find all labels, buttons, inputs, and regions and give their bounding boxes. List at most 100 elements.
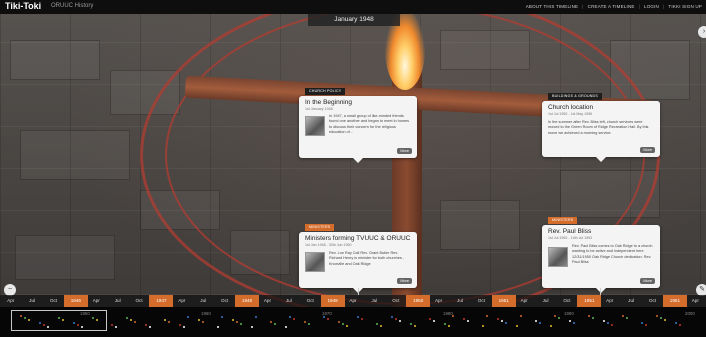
overview-event-dot — [399, 320, 401, 322]
overview-decade-label: 2000 — [685, 311, 695, 316]
overview-event-dot — [168, 321, 170, 323]
overview-event-dot — [414, 325, 416, 327]
nav-login-link[interactable]: LOGIN — [644, 4, 659, 9]
overview-event-dot — [429, 318, 431, 320]
overview-event-dot — [187, 316, 189, 318]
overview-decade-label: 1950 — [80, 311, 90, 316]
overview-event-dot — [304, 321, 306, 323]
overview-event-dot — [497, 318, 499, 320]
more-button[interactable]: More — [397, 148, 412, 154]
timeline-month-tick: Apr — [520, 298, 528, 303]
event-card-church-location[interactable]: BUILDINGS & GROUNDS Church location 1st … — [542, 93, 660, 162]
overview-event-dot — [221, 316, 223, 318]
timeline-month-tick: Apr — [263, 298, 271, 303]
event-marker — [358, 288, 359, 295]
overview-event-dot — [255, 316, 257, 318]
nav-create-link[interactable]: CREATE A TIMELINE — [588, 4, 635, 9]
nav-signup-link[interactable]: TIKKI SIGN UP — [668, 4, 702, 9]
overview-event-dot — [232, 319, 234, 321]
card-date: 1st Jul 1950 - 14th Jul 1953 — [548, 236, 593, 240]
timeline-month-tick: Oct — [49, 298, 58, 303]
card-date: 1st Jan 1948 - 30th Jun 1950 — [305, 243, 352, 247]
overview-event-dot — [338, 321, 340, 323]
overview-event-dot — [111, 324, 113, 326]
category-label: BUILDINGS & GROUNDS — [548, 93, 602, 100]
overview-event-dot — [626, 317, 628, 319]
timeline-month-tick: Jul — [371, 298, 378, 303]
timeline-month-tick: Jul — [542, 298, 549, 303]
event-card-rev-paul-bliss[interactable]: MINISTERS Rev. Paul Bliss 1st Jul 1950 -… — [542, 217, 660, 293]
card-title: Ministers forming TVUUC & ORUUC — [305, 235, 411, 242]
event-marker — [600, 288, 601, 295]
timeline-month-tick: Oct — [221, 298, 229, 303]
timeline-month-tick: Apr — [691, 298, 699, 303]
overview-event-dot — [660, 317, 662, 319]
timeline-month-tick: Apr — [434, 298, 443, 303]
card-date: 1st Jul 1950 - 1st May 1956 — [548, 112, 593, 116]
overview-event-dot — [361, 318, 363, 320]
timeline-month-tick: Apr — [7, 298, 15, 303]
overview-event-dot — [467, 320, 469, 322]
top-bar: Tiki-Toki ORUUC History ABOUT THIS TIMEL… — [0, 0, 706, 14]
timeline-year-tick: 1948 — [235, 295, 260, 307]
category-label: CHURCH POLICY — [305, 88, 346, 95]
site-logo[interactable]: Tiki-Toki — [5, 1, 41, 11]
overview-event-dot — [592, 317, 594, 319]
overview-event-dot — [376, 323, 378, 325]
timeline-year-tick: 1951 — [662, 295, 687, 307]
overview-event-dot — [270, 321, 272, 323]
overview-event-dot — [588, 315, 590, 317]
more-button[interactable]: More — [397, 278, 412, 284]
overview-event-dot — [433, 320, 435, 322]
overview-event-dot — [463, 318, 465, 320]
overview-event-dot — [274, 323, 276, 325]
overview-event-dot — [603, 320, 605, 322]
overview-event-dot — [308, 323, 310, 325]
overview-event-dot — [607, 322, 609, 324]
overview-event-dot — [505, 322, 507, 324]
overview-event-dot — [486, 315, 488, 317]
event-card-in-the-beginning[interactable]: CHURCH POLICY In the Beginning 1st Janua… — [299, 88, 417, 163]
overview-event-dot — [550, 325, 552, 327]
overview-event-dot — [327, 318, 329, 320]
timeline-month-tick: Apr — [178, 298, 186, 303]
overview-event-dot — [202, 321, 204, 323]
chevron-right-icon[interactable]: › — [698, 26, 706, 38]
overview-event-dot — [183, 326, 185, 328]
timeline-month-tick: Jul — [628, 298, 635, 303]
overview-event-dot — [448, 325, 450, 327]
timeline-year-tick: 1949 — [320, 295, 345, 307]
overview-event-dot — [410, 323, 412, 325]
overview-view-window[interactable] — [11, 310, 107, 331]
overview-event-dot — [641, 322, 643, 324]
nav-about-link[interactable]: ABOUT THIS TIMELINE — [526, 4, 579, 9]
timeline-month-tick: Oct — [477, 298, 485, 303]
timeline-month-tick: Apr — [606, 298, 614, 303]
overview-event-dot — [558, 317, 560, 319]
event-card-ministers-forming[interactable]: MINISTERS Ministers forming TVUUC & ORUU… — [299, 224, 417, 293]
timeline-month-tick: Oct — [135, 298, 143, 303]
timeline-band[interactable]: Apr Jul Oct 1946 Apr Jul Oct 1947 Apr Jul Oct 1948 A… — [0, 295, 706, 307]
overview-event-dot — [501, 320, 503, 322]
overview-decade-label: 1960 — [201, 311, 211, 316]
overview-event-dot — [251, 326, 253, 328]
card-title: Church location — [548, 104, 594, 111]
timeline-month-tick: Jul — [114, 298, 121, 303]
overview-event-dot — [520, 315, 522, 317]
overview-event-dot — [346, 325, 348, 327]
overview-event-dot — [516, 325, 518, 327]
timeline-year-tick: 1951 — [577, 295, 602, 307]
timeline-month-tick: Oct — [392, 298, 400, 303]
category-label: MINISTERS — [305, 224, 335, 231]
timeline-year-tick: 1950 — [406, 295, 431, 307]
more-button[interactable]: More — [640, 147, 655, 153]
overview-event-dot — [482, 325, 484, 327]
timeline-title: ORUUC History — [51, 3, 94, 9]
timeline-month-tick: Oct — [563, 298, 571, 303]
card-text: In 1947, a small group of like-minded fr… — [329, 114, 410, 134]
overview-event-dot — [198, 319, 200, 321]
timeline-month-tick: Apr — [92, 298, 100, 303]
more-button[interactable]: More — [640, 278, 655, 284]
overview-event-dot — [573, 322, 575, 324]
card-title: In the Beginning — [305, 99, 352, 106]
